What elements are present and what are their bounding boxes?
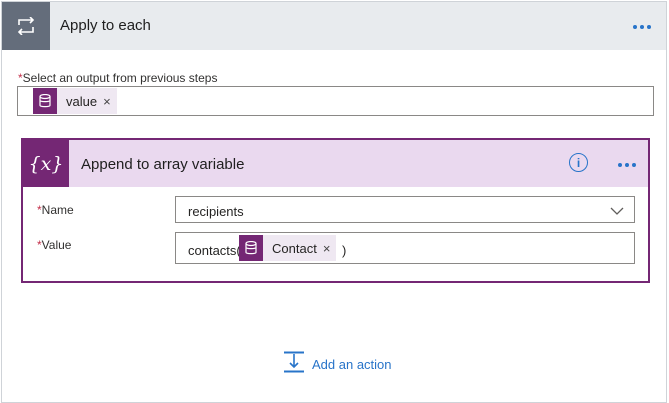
select-output-input[interactable]: value × xyxy=(17,86,654,116)
name-dropdown-value: recipients xyxy=(188,204,244,219)
dataverse-icon xyxy=(239,235,263,261)
loop-icon xyxy=(2,2,50,50)
info-icon[interactable]: i xyxy=(569,153,588,172)
dynamic-content-token[interactable]: Contact × xyxy=(239,235,337,261)
dataverse-icon xyxy=(33,88,57,114)
name-label-text: Name xyxy=(41,203,74,217)
action-title: Append to array variable xyxy=(81,156,245,173)
add-action-icon xyxy=(283,351,305,378)
append-to-array-variable-card: {x} Append to array variable i *Name rec… xyxy=(21,138,650,283)
value-input[interactable]: contacts( Contact × ) xyxy=(175,232,635,264)
expression-prefix: contacts( xyxy=(188,243,241,258)
select-output-label: *Select an output from previous steps xyxy=(18,71,217,85)
append-to-array-variable-header[interactable]: {x} Append to array variable i xyxy=(23,140,648,187)
expression-suffix: ) xyxy=(342,243,347,258)
chevron-down-icon xyxy=(610,203,624,221)
more-options-icon[interactable] xyxy=(618,163,636,167)
apply-to-each-container: Apply to each *Select an output from pre… xyxy=(1,1,667,403)
dynamic-content-token[interactable]: value × xyxy=(33,88,117,114)
more-options-icon[interactable] xyxy=(633,25,651,29)
remove-token-icon[interactable]: × xyxy=(103,94,117,109)
apply-to-each-header[interactable]: Apply to each xyxy=(2,2,666,50)
variable-icon: {x} xyxy=(23,140,69,187)
token-label: value xyxy=(66,93,98,109)
value-label: *Value xyxy=(37,238,71,252)
select-output-label-text: Select an output from previous steps xyxy=(22,71,218,85)
name-dropdown[interactable]: recipients xyxy=(175,196,635,223)
name-label: *Name xyxy=(37,203,74,217)
add-an-action-label: Add an action xyxy=(312,357,392,372)
add-an-action-button[interactable]: Add an action xyxy=(283,351,392,378)
value-label-text: Value xyxy=(41,238,72,252)
token-label: Contact xyxy=(272,240,317,256)
remove-token-icon[interactable]: × xyxy=(323,241,337,256)
apply-to-each-title: Apply to each xyxy=(60,17,151,34)
